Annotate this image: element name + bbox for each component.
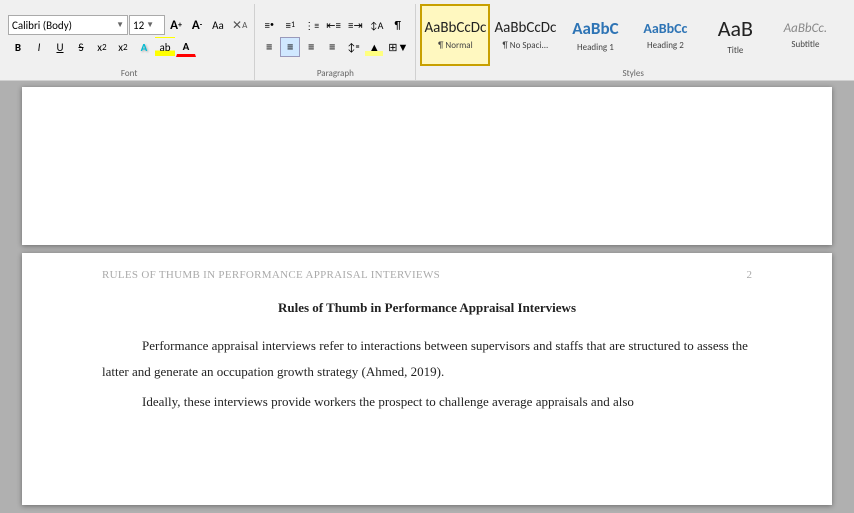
style-heading2-preview: AaBbCc <box>643 20 687 37</box>
ribbon-inner: Calibri (Body) ▼ 12 ▼ A+ A- Aa ✕A B I <box>0 0 854 81</box>
show-pilcrow-button[interactable]: ¶ <box>388 15 408 35</box>
style-normal-label: ¶ Normal <box>438 40 473 51</box>
font-name-text: Calibri (Body) <box>12 19 114 32</box>
style-normal[interactable]: AaBbCcDc ¶ Normal <box>420 4 490 66</box>
font-size-text: 12 <box>133 19 144 32</box>
increase-indent-button[interactable]: ≡⇥ <box>345 15 366 35</box>
style-title-preview: AaB <box>718 15 753 42</box>
decrease-indent-button[interactable]: ⇤≡ <box>323 15 344 35</box>
document-title: Rules of Thumb in Performance Appraisal … <box>102 295 752 321</box>
para-row1: ≡• ≡1 ⋮≡ ⇤≡ ≡⇥ ↕A ¶ <box>259 15 411 35</box>
page-1 <box>22 87 832 245</box>
justify-button[interactable]: ≡ <box>322 37 342 57</box>
numbering-button[interactable]: ≡1 <box>280 15 300 35</box>
sort-button[interactable]: ↕A <box>367 15 387 35</box>
font-size-arrow: ▼ <box>146 20 154 30</box>
style-normal-preview: AaBbCcDc <box>424 19 486 37</box>
styles-section-label: Styles <box>416 68 850 79</box>
style-heading2[interactable]: AaBbCc Heading 2 <box>630 4 700 66</box>
underline-button[interactable]: U <box>50 37 70 57</box>
style-heading1[interactable]: AaBbC Heading 1 <box>560 4 630 66</box>
font-section-label: Font <box>4 68 254 79</box>
page-body: Rules of Thumb in Performance Appraisal … <box>102 295 752 415</box>
styles-section: AaBbCcDc ¶ Normal AaBbCcDc ¶ No Spaci...… <box>416 4 850 80</box>
style-heading2-label: Heading 2 <box>647 40 684 51</box>
style-heading1-label: Heading 1 <box>577 42 614 53</box>
font-row2: B I U S x2 x2 A ab A <box>8 37 250 57</box>
ribbon: Calibri (Body) ▼ 12 ▼ A+ A- Aa ✕A B I <box>0 0 854 81</box>
font-dropdown-arrow: ▼ <box>116 20 124 30</box>
para-row2: ≡ ≡ ≡ ≡ ↕≡ ▲ ⊞▼ <box>259 37 411 57</box>
font-row1: Calibri (Body) ▼ 12 ▼ A+ A- Aa ✕A <box>8 15 250 35</box>
bullets-button[interactable]: ≡• <box>259 15 279 35</box>
font-color-button[interactable]: A <box>176 37 196 57</box>
header-page-number: 2 <box>747 269 753 281</box>
multilevel-list-button[interactable]: ⋮≡ <box>301 15 322 35</box>
shading-button[interactable]: ▲ <box>364 37 384 57</box>
bold-button[interactable]: B <box>8 37 28 57</box>
style-heading1-preview: AaBbC <box>572 18 618 39</box>
style-subtitle-preview: AaBbCc. <box>784 21 827 36</box>
italic-button[interactable]: I <box>29 37 49 57</box>
header-title: RULES OF THUMB IN PERFORMANCE APPRAISAL … <box>102 269 440 281</box>
align-right-button[interactable]: ≡ <box>301 37 321 57</box>
document-area: RULES OF THUMB IN PERFORMANCE APPRAISAL … <box>0 81 854 513</box>
superscript-button[interactable]: x2 <box>113 37 133 57</box>
paragraph-section: ≡• ≡1 ⋮≡ ⇤≡ ≡⇥ ↕A ¶ ≡ ≡ ≡ ≡ ↕≡ ▲ ⊞▼ <box>255 4 416 80</box>
clear-formatting-button[interactable]: ✕A <box>229 15 250 35</box>
page-2: RULES OF THUMB IN PERFORMANCE APPRAISAL … <box>22 253 832 505</box>
font-selector[interactable]: Calibri (Body) ▼ <box>8 15 128 35</box>
borders-button[interactable]: ⊞▼ <box>385 37 411 57</box>
align-center-button[interactable]: ≡ <box>280 37 300 57</box>
page-header: RULES OF THUMB IN PERFORMANCE APPRAISAL … <box>102 269 752 281</box>
strikethrough-button[interactable]: S <box>71 37 91 57</box>
font-section: Calibri (Body) ▼ 12 ▼ A+ A- Aa ✕A B I <box>4 4 255 80</box>
text-effects-button[interactable]: A <box>134 37 154 57</box>
change-case-button[interactable]: Aa <box>208 15 228 35</box>
line-spacing-button[interactable]: ↕≡ <box>343 37 363 57</box>
grow-font-button[interactable]: A+ <box>166 15 186 35</box>
subscript-button[interactable]: x2 <box>92 37 112 57</box>
paragraph-2: Ideally, these interviews provide worker… <box>102 389 752 415</box>
font-size-selector[interactable]: 12 ▼ <box>129 15 165 35</box>
style-no-spacing-label: ¶ No Spaci... <box>503 40 549 51</box>
paragraph-1: Performance appraisal interviews refer t… <box>102 333 752 385</box>
style-title-label: Title <box>727 45 743 56</box>
style-subtitle-label: Subtitle <box>791 39 819 50</box>
style-no-spacing-preview: AaBbCcDc <box>494 19 556 37</box>
style-title[interactable]: AaB Title <box>700 4 770 66</box>
shrink-font-button[interactable]: A- <box>187 15 207 35</box>
paragraph-section-label: Paragraph <box>255 68 415 79</box>
style-subtitle[interactable]: AaBbCc. Subtitle <box>770 4 840 66</box>
style-no-spacing[interactable]: AaBbCcDc ¶ No Spaci... <box>490 4 560 66</box>
align-left-button[interactable]: ≡ <box>259 37 279 57</box>
highlight-button[interactable]: ab <box>155 37 175 57</box>
